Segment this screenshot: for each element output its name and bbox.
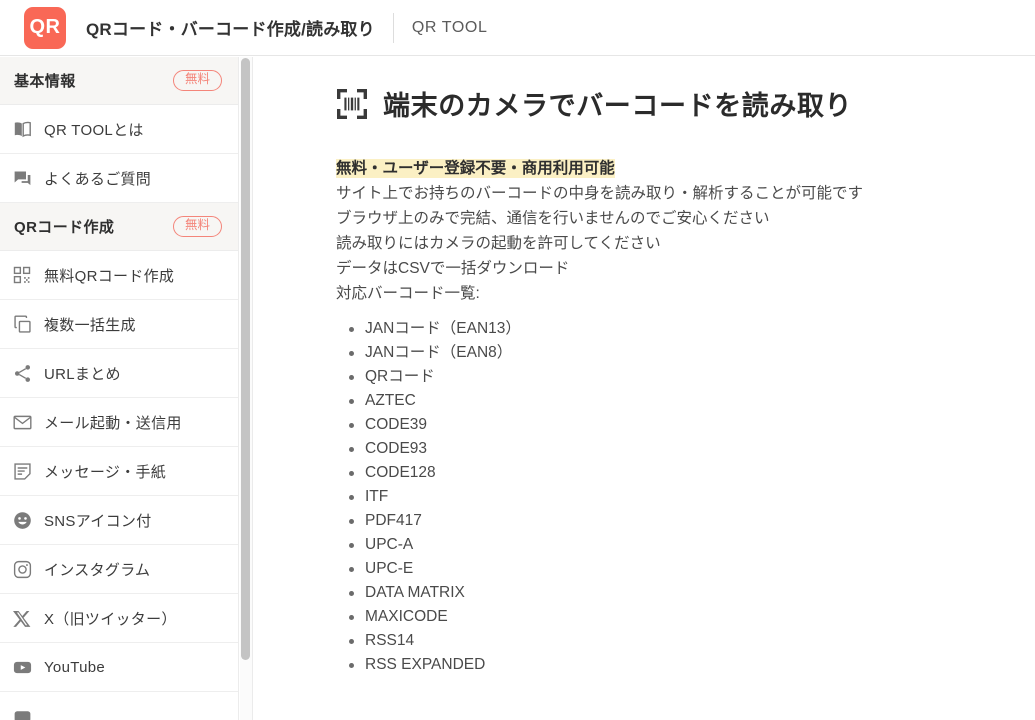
list-item: JANコード（EAN13） xyxy=(349,317,1035,341)
sidebar-item-label: URLまとめ xyxy=(44,365,121,383)
content-divider xyxy=(252,57,253,720)
sidebar-item-label: 複数一括生成 xyxy=(44,316,136,334)
list-item: AZTEC xyxy=(349,389,1035,413)
share-icon xyxy=(0,363,44,384)
list-item: CODE93 xyxy=(349,437,1035,461)
sidebar-scrollbar-thumb[interactable] xyxy=(241,58,250,660)
sidebar-item-label: SNSアイコン付 xyxy=(44,512,152,530)
sidebar-item-label: インスタグラム xyxy=(44,561,151,579)
list-item: CODE128 xyxy=(349,461,1035,485)
list-item: PDF417 xyxy=(349,509,1035,533)
app-header: QR QRコード・バーコード作成/読み取り QR TOOL xyxy=(0,0,1035,56)
list-item: QRコード xyxy=(349,365,1035,389)
sidebar-item-label: メール起動・送信用 xyxy=(44,414,182,432)
smiley-icon xyxy=(0,510,44,531)
description-block: 無料・ユーザー登録不要・商用利用可能 サイト上でお持ちのバーコードの中身を読み取… xyxy=(336,156,1035,306)
description-line: 対応バーコード一覧: xyxy=(336,285,480,302)
description-line: データはCSVで一括ダウンロード xyxy=(336,260,570,277)
book-icon xyxy=(0,119,44,140)
sidebar-item-label: よくあるご質問 xyxy=(44,170,152,188)
sidebar-section-label: 基本情報 xyxy=(14,73,76,90)
sidebar-item-sns-icon[interactable]: SNSアイコン付 xyxy=(0,496,238,545)
header-divider xyxy=(392,12,394,43)
placeholder-icon xyxy=(0,706,44,720)
sidebar-item-qr-tool-about[interactable]: QR TOOLとは xyxy=(0,105,238,154)
page-title: 端末のカメラでバーコードを読み取り xyxy=(335,84,1035,123)
sidebar-item-partial[interactable] xyxy=(0,692,238,720)
list-item: JANコード（EAN8） xyxy=(349,341,1035,365)
description-line: サイト上でお持ちのバーコードの中身を読み取り・解析することが可能です xyxy=(336,185,864,202)
sidebar-item-label: メッセージ・手紙 xyxy=(44,463,167,481)
sidebar-item-bulk-generate[interactable]: 複数一括生成 xyxy=(0,300,238,349)
youtube-icon xyxy=(0,657,44,678)
sidebar-item-label: X（旧ツイッター） xyxy=(44,610,177,628)
sidebar: 基本情報 無料 QR TOOLとは よくあるご質問 QRコード作成 無料 無料Q… xyxy=(0,57,239,720)
sidebar-item-x-twitter[interactable]: X（旧ツイッター） xyxy=(0,594,238,643)
list-item: RSS14 xyxy=(349,629,1035,653)
list-item: RSS EXPANDED xyxy=(349,653,1035,677)
barcode-scan-icon xyxy=(335,87,369,121)
list-item: UPC-A xyxy=(349,533,1035,557)
sidebar-item-free-qr-create[interactable]: 無料QRコード作成 xyxy=(0,251,238,300)
sidebar-section-label: QRコード作成 xyxy=(14,219,115,236)
copy-icon xyxy=(0,314,44,335)
description-line: 読み取りにはカメラの起動を許可してください xyxy=(336,235,661,252)
x-twitter-icon xyxy=(0,609,44,628)
sidebar-item-label: QR TOOLとは xyxy=(44,121,144,139)
sidebar-item-url-matome[interactable]: URLまとめ xyxy=(0,349,238,398)
list-item: UPC-E xyxy=(349,557,1035,581)
status-badge-free: 無料 xyxy=(172,216,222,237)
list-item: MAXICODE xyxy=(349,605,1035,629)
barcode-type-list: JANコード（EAN13） JANコード（EAN8） QRコード AZTEC C… xyxy=(253,317,1035,677)
sidebar-section-basic-info: 基本情報 無料 xyxy=(0,57,238,105)
instagram-icon xyxy=(0,559,44,580)
sidebar-item-faq[interactable]: よくあるご質問 xyxy=(0,154,238,203)
qr-logo-icon[interactable]: QR xyxy=(24,6,66,49)
sidebar-item-label: 無料QRコード作成 xyxy=(44,267,175,285)
header-subtitle: QR TOOL xyxy=(411,18,488,36)
header-title: QRコード・バーコード作成/読み取り xyxy=(86,20,375,39)
sidebar-item-label: YouTube xyxy=(44,658,106,676)
forum-icon xyxy=(0,168,44,189)
description-line: ブラウザ上のみで完結、通信を行いませんのでご安心ください xyxy=(336,210,770,227)
sidebar-section-qr-create: QRコード作成 無料 xyxy=(0,203,238,251)
status-badge-free: 無料 xyxy=(172,70,222,91)
mail-icon xyxy=(0,412,44,433)
list-item: CODE39 xyxy=(349,413,1035,437)
sidebar-item-instagram[interactable]: インスタグラム xyxy=(0,545,238,594)
main-content: 端末のカメラでバーコードを読み取り 無料・ユーザー登録不要・商用利用可能 サイト… xyxy=(253,57,1035,720)
list-item: DATA MATRIX xyxy=(349,581,1035,605)
page-title-text: 端末のカメラでバーコードを読み取り xyxy=(383,91,853,121)
qr-code-icon xyxy=(0,265,44,285)
sidebar-item-mail[interactable]: メール起動・送信用 xyxy=(0,398,238,447)
note-icon xyxy=(0,461,44,482)
sidebar-item-message-letter[interactable]: メッセージ・手紙 xyxy=(0,447,238,496)
description-highlight-line: 無料・ユーザー登録不要・商用利用可能 xyxy=(336,156,1035,181)
highlight-text: 無料・ユーザー登録不要・商用利用可能 xyxy=(336,159,615,178)
list-item: ITF xyxy=(349,485,1035,509)
sidebar-item-youtube[interactable]: YouTube xyxy=(0,643,238,692)
